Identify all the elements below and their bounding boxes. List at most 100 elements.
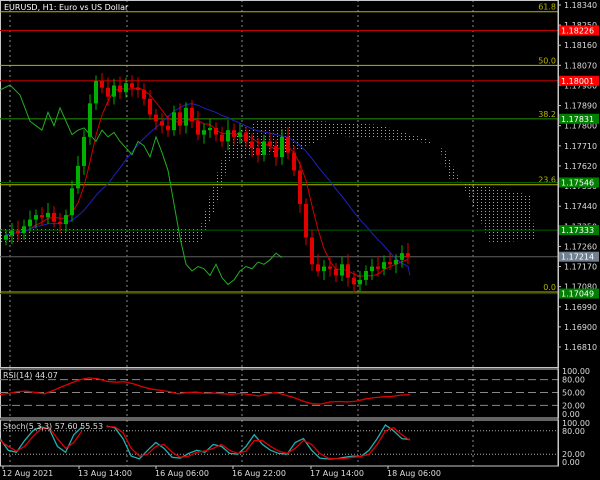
candle-body xyxy=(298,170,302,204)
candle-body xyxy=(52,212,56,222)
candle-body xyxy=(388,262,392,265)
fibo-level-label: 23.6 xyxy=(538,176,556,185)
candle-body xyxy=(202,130,206,135)
candle-body xyxy=(400,253,404,260)
stoch-label: Stoch(5,3,3) 57.60 55.53 xyxy=(3,422,103,431)
price-tag-label: 1.17049 xyxy=(561,290,594,299)
candle-body xyxy=(88,103,92,137)
rsi-level-label: 80.00 xyxy=(562,376,585,385)
price-tick-label: 1.16810 xyxy=(564,343,597,352)
candle-body xyxy=(334,268,338,276)
candle-body xyxy=(34,215,38,220)
price-tick-label: 1.17260 xyxy=(564,242,597,251)
candle-body xyxy=(352,277,356,285)
candle-body xyxy=(166,125,170,131)
candle-body xyxy=(382,262,386,269)
candle-body xyxy=(148,98,152,115)
price-tick-label: 1.17620 xyxy=(564,162,597,171)
fibo-level-label: 38.2 xyxy=(538,110,556,119)
candle-body xyxy=(292,152,296,171)
chart-title: EURUSD, H1: Euro vs US Dollar xyxy=(4,3,129,12)
price-tag-label: 1.18001 xyxy=(561,77,594,86)
candle-body xyxy=(286,136,290,153)
price-tick-label: 1.18340 xyxy=(564,1,597,10)
candle-body xyxy=(346,264,350,278)
time-tick-label: 17 Aug 14:00 xyxy=(310,469,364,478)
candle-body xyxy=(232,130,236,137)
time-tick-label: 16 Aug 06:00 xyxy=(155,469,209,478)
fibo-level-label: 61.8 xyxy=(538,3,556,12)
candle-body xyxy=(322,266,326,271)
candle-body xyxy=(82,136,86,166)
rsi-level-label: 0.00 xyxy=(562,410,580,419)
candle-body xyxy=(364,271,368,280)
candle-body xyxy=(40,215,44,218)
candle-body xyxy=(94,81,98,104)
candle-body xyxy=(262,141,266,155)
candle-body xyxy=(406,253,410,258)
candle-body xyxy=(178,112,182,126)
candle-body xyxy=(112,85,116,97)
candle-body xyxy=(154,114,158,122)
stoch-level-label: 80.00 xyxy=(562,427,585,436)
candle-body xyxy=(220,134,224,142)
candle-body xyxy=(274,145,278,157)
candle-body xyxy=(160,121,164,126)
candle-body xyxy=(16,230,20,233)
candle-body xyxy=(46,212,50,218)
candle-body xyxy=(238,132,242,137)
price-tag-label: 1.17546 xyxy=(561,178,594,187)
candle-body xyxy=(130,83,134,88)
rsi-level-label: 50.00 xyxy=(562,389,585,398)
price-tag-label: 1.17214 xyxy=(561,253,594,262)
price-tick-label: 1.17890 xyxy=(564,102,597,111)
price-tick-label: 1.18070 xyxy=(564,61,597,70)
candle-body xyxy=(22,226,26,233)
candle-body xyxy=(106,87,110,97)
candle-body xyxy=(184,107,188,126)
time-tick-label: 18 Aug 06:00 xyxy=(387,469,441,478)
candle-body xyxy=(244,132,248,142)
candle-body xyxy=(124,83,128,93)
time-tick-label: 12 Aug 2021 xyxy=(2,469,53,478)
candle-body xyxy=(100,81,104,88)
candle-body xyxy=(226,130,230,142)
candle-body xyxy=(376,266,380,269)
chart-canvas[interactable]: 61.850.038.223.60.0 1.183401.182501.1816… xyxy=(0,0,600,480)
candle-body xyxy=(64,215,68,225)
price-tag-label: 1.17333 xyxy=(561,226,594,235)
candle-body xyxy=(340,264,344,276)
candle-body xyxy=(10,230,14,236)
candle-body xyxy=(208,127,212,131)
stoch-level-label: 0.00 xyxy=(562,458,580,467)
candle-body xyxy=(196,121,200,135)
candle-body xyxy=(304,203,308,238)
candle-body xyxy=(316,264,320,271)
candle-body xyxy=(280,136,284,157)
fibo-level-label: 0.0 xyxy=(543,283,556,292)
candle-body xyxy=(76,165,80,189)
candle-body xyxy=(70,188,74,216)
candle-body xyxy=(190,107,194,122)
rsi-label: RSI(14) 44.07 xyxy=(3,371,58,380)
candle-body xyxy=(136,87,140,90)
price-tag-label: 1.17831 xyxy=(561,115,594,124)
price-tick-label: 1.17440 xyxy=(564,202,597,211)
price-tick-label: 1.16990 xyxy=(564,303,597,312)
price-tag-label: 1.18226 xyxy=(561,26,594,35)
candle-body xyxy=(172,112,176,131)
price-tick-label: 1.18160 xyxy=(564,41,597,50)
candle-body xyxy=(118,85,122,93)
time-tick-label: 13 Aug 14:00 xyxy=(78,469,132,478)
price-tick-label: 1.17170 xyxy=(564,263,597,272)
candle-body xyxy=(250,141,254,149)
candle-body xyxy=(358,279,362,285)
candle-body xyxy=(214,127,218,135)
candle-body xyxy=(142,89,146,99)
candle-body xyxy=(4,235,8,240)
time-tick-label: 16 Aug 22:00 xyxy=(232,469,286,478)
candle-body xyxy=(328,266,332,269)
fibo-level-label: 50.0 xyxy=(538,56,556,65)
price-tick-label: 1.16900 xyxy=(564,323,597,332)
candle-body xyxy=(370,266,374,271)
